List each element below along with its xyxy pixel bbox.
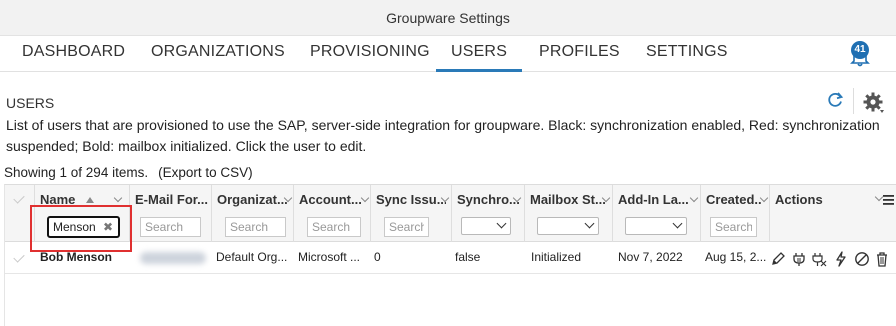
- synchronization-filter-select[interactable]: [461, 217, 511, 235]
- column-mailbox-status[interactable]: Mailbox St...: [525, 185, 613, 242]
- plug-icon[interactable]: [791, 251, 807, 267]
- notification-badge: 41: [851, 41, 869, 59]
- block-icon[interactable]: [854, 251, 870, 267]
- section-title: USERS: [6, 95, 55, 111]
- column-menu-icon[interactable]: [284, 195, 292, 203]
- lightning-icon[interactable]: [833, 251, 849, 267]
- tab-profiles[interactable]: PROFILES: [539, 42, 620, 72]
- pencil-icon[interactable]: [770, 251, 786, 267]
- cell-created: Aug 15, 2...: [705, 250, 767, 264]
- item-count: Showing 1 of 294 items.: [4, 165, 149, 180]
- column-email[interactable]: E-Mail For...: [130, 185, 212, 242]
- column-sync-issues[interactable]: Sync Issu...: [371, 185, 452, 242]
- column-organization-title[interactable]: Organizat...: [217, 192, 287, 207]
- main-nav: DASHBOARD ORGANIZATIONS PROVISIONING USE…: [0, 36, 896, 72]
- column-addin-last-title[interactable]: Add-In La...: [618, 192, 694, 207]
- organization-filter-input[interactable]: [225, 217, 286, 237]
- column-menu-icon[interactable]: [760, 195, 768, 203]
- column-menu-icon[interactable]: [690, 195, 698, 203]
- cell-sync-issues: 0: [374, 250, 381, 264]
- gear-icon[interactable]: [862, 91, 886, 115]
- email-redacted: [140, 252, 206, 264]
- refresh-icon[interactable]: [825, 90, 845, 110]
- export-csv-link[interactable]: (Export to CSV): [158, 165, 253, 180]
- column-actions-title: Actions: [775, 192, 823, 207]
- highlight-box: [30, 205, 132, 252]
- cell-account: Microsoft ...: [298, 250, 361, 264]
- column-email-title[interactable]: E-Mail For...: [135, 192, 211, 207]
- tab-dashboard[interactable]: DASHBOARD: [22, 42, 125, 72]
- column-synchronization-title[interactable]: Synchro...: [457, 192, 519, 207]
- column-addin-last[interactable]: Add-In La...: [613, 185, 701, 242]
- column-sync-issues-title[interactable]: Sync Issu...: [376, 192, 446, 207]
- cell-synchronization: false: [455, 250, 481, 264]
- chevron-down-icon: [672, 218, 683, 229]
- tab-users[interactable]: USERS: [436, 42, 522, 72]
- created-filter-input[interactable]: [710, 217, 757, 237]
- addin-last-filter-select[interactable]: [625, 217, 687, 235]
- column-created[interactable]: Created...: [701, 185, 770, 242]
- column-actions-menu-icon[interactable]: [875, 194, 881, 200]
- column-menu-icon[interactable]: [114, 195, 122, 203]
- users-table: Name Menson ✖ E-Mail For... Organizat...…: [4, 184, 896, 326]
- trash-icon[interactable]: [874, 251, 890, 267]
- chevron-down-icon: [584, 218, 595, 229]
- table-row[interactable]: Bob Menson Default Org... Microsoft ... …: [5, 242, 896, 274]
- table-header: Name Menson ✖ E-Mail For... Organizat...…: [5, 185, 896, 242]
- plug-settings-icon[interactable]: [811, 251, 827, 267]
- row-checkbox[interactable]: [13, 251, 25, 263]
- column-menu-icon[interactable]: [361, 195, 369, 203]
- tab-settings[interactable]: SETTINGS: [646, 42, 727, 72]
- column-menu-icon[interactable]: [602, 195, 610, 203]
- tab-organizations[interactable]: ORGANIZATIONS: [151, 42, 285, 72]
- cell-organization: Default Org...: [216, 250, 288, 264]
- email-filter-input[interactable]: [140, 217, 201, 237]
- column-account[interactable]: Account...: [294, 185, 371, 242]
- column-menu-icon[interactable]: [513, 195, 521, 203]
- tab-provisioning[interactable]: PROVISIONING: [310, 42, 430, 72]
- status-line: Showing 1 of 294 items. (Export to CSV): [4, 165, 253, 180]
- hamburger-menu-icon[interactable]: [883, 195, 894, 205]
- sync-issues-filter-input[interactable]: [384, 217, 429, 237]
- toolbar-divider: [853, 88, 854, 114]
- window-title: Groupware Settings: [0, 0, 896, 36]
- section-description: List of users that are provisioned to us…: [6, 117, 880, 154]
- column-synchronization[interactable]: Synchro...: [452, 185, 525, 242]
- cell-mailbox-status: Initialized: [531, 250, 582, 264]
- column-organization[interactable]: Organizat...: [212, 185, 294, 242]
- select-all-checkbox[interactable]: [13, 192, 25, 204]
- mailbox-status-filter-select[interactable]: [537, 217, 599, 235]
- column-mailbox-status-title[interactable]: Mailbox St...: [530, 192, 606, 207]
- column-created-title[interactable]: Created...: [706, 192, 762, 207]
- cell-addin-last: Nov 7, 2022: [618, 250, 683, 264]
- account-filter-input[interactable]: [307, 217, 361, 237]
- column-actions: Actions: [770, 185, 896, 242]
- sort-ascending-icon[interactable]: [86, 197, 94, 203]
- column-account-title[interactable]: Account...: [299, 192, 363, 207]
- chevron-down-icon: [496, 218, 507, 229]
- column-menu-icon[interactable]: [441, 195, 449, 203]
